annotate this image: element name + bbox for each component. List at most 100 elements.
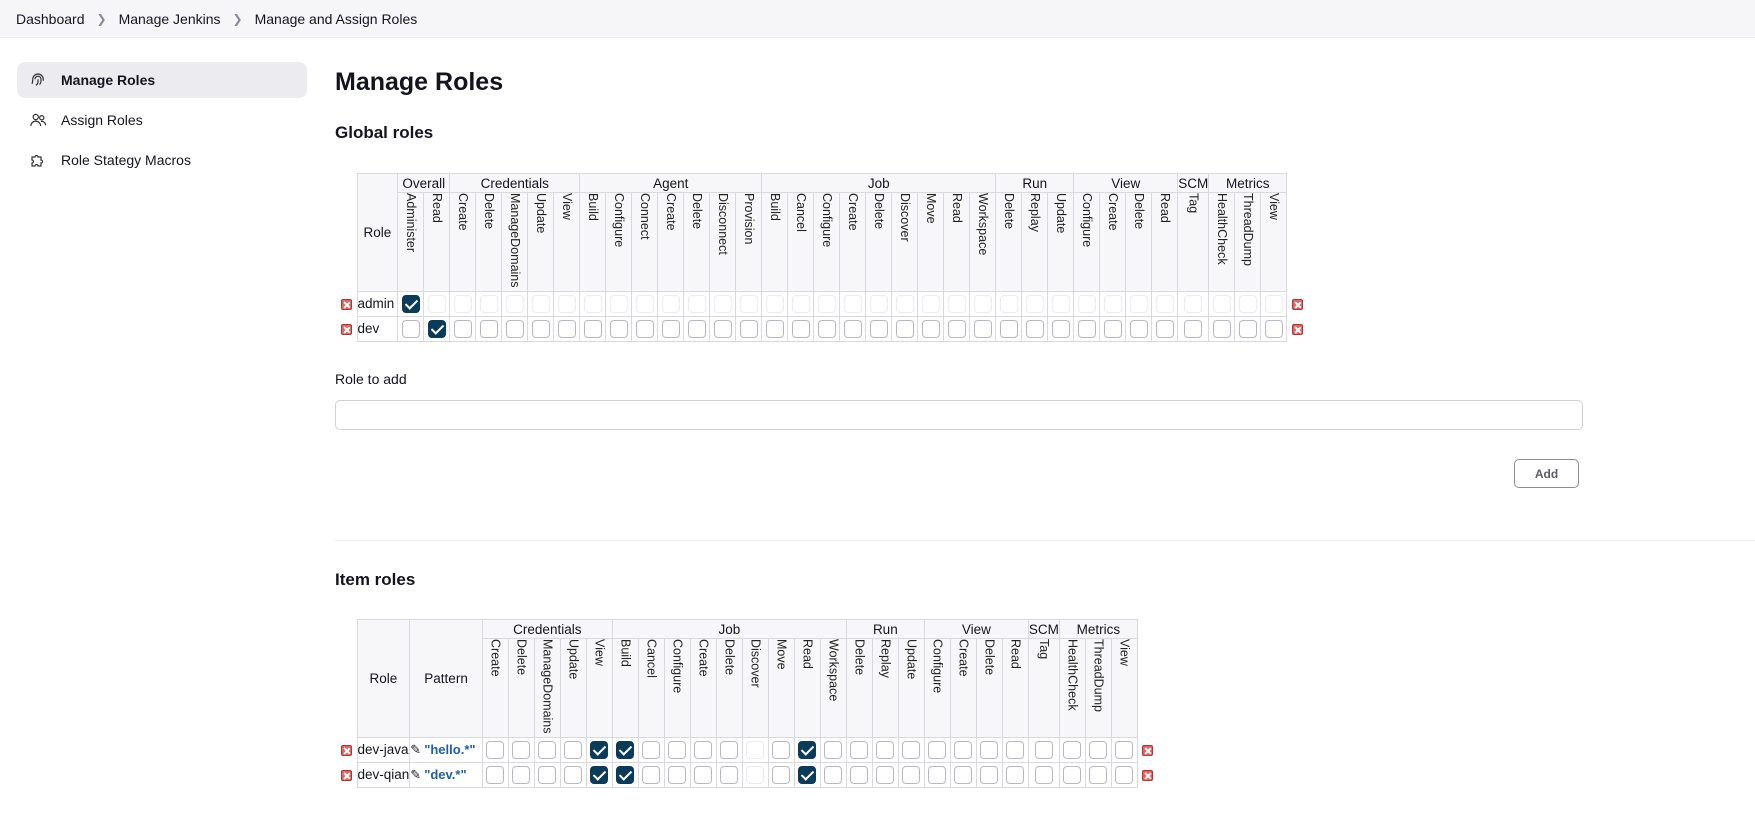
breadcrumb-dashboard[interactable]: Dashboard <box>16 11 85 27</box>
permission-checkbox[interactable] <box>765 294 784 313</box>
permission-checkbox[interactable] <box>1051 319 1070 338</box>
permission-checkbox[interactable] <box>1063 765 1082 784</box>
permission-checkbox[interactable] <box>583 319 602 338</box>
permission-checkbox[interactable] <box>739 319 758 338</box>
permission-checkbox[interactable] <box>531 319 550 338</box>
permission-checkbox[interactable] <box>609 294 628 313</box>
permission-checkbox[interactable] <box>947 294 966 313</box>
permission-checkbox[interactable] <box>850 765 869 784</box>
permission-checkbox[interactable] <box>401 319 420 338</box>
permission-checkbox[interactable] <box>798 740 817 759</box>
permission-checkbox[interactable] <box>1155 294 1174 313</box>
permission-checkbox[interactable] <box>1129 319 1148 338</box>
permission-checkbox[interactable] <box>564 740 583 759</box>
permission-checkbox[interactable] <box>687 319 706 338</box>
permission-checkbox[interactable] <box>557 294 576 313</box>
permission-checkbox[interactable] <box>713 294 732 313</box>
permission-checkbox[interactable] <box>1025 319 1044 338</box>
permission-checkbox[interactable] <box>661 294 680 313</box>
permission-checkbox[interactable] <box>1264 319 1283 338</box>
permission-checkbox[interactable] <box>1089 740 1108 759</box>
permission-checkbox[interactable] <box>869 294 888 313</box>
permission-checkbox[interactable] <box>635 319 654 338</box>
permission-checkbox[interactable] <box>1115 765 1134 784</box>
permission-checkbox[interactable] <box>427 294 446 313</box>
permission-checkbox[interactable] <box>876 740 895 759</box>
permission-checkbox[interactable] <box>1063 740 1082 759</box>
add-role-button[interactable]: Add <box>1514 459 1579 488</box>
permission-checkbox[interactable] <box>1025 294 1044 313</box>
permission-checkbox[interactable] <box>505 319 524 338</box>
delete-icon[interactable] <box>1142 769 1154 781</box>
permission-checkbox[interactable] <box>694 765 713 784</box>
permission-checkbox[interactable] <box>590 740 609 759</box>
permission-checkbox[interactable] <box>843 294 862 313</box>
permission-checkbox[interactable] <box>401 294 420 313</box>
permission-checkbox[interactable] <box>1077 319 1096 338</box>
delete-icon[interactable] <box>341 323 353 335</box>
delete-icon[interactable] <box>1142 744 1154 756</box>
edit-pencil-icon[interactable]: ✎ <box>410 742 421 758</box>
permission-checkbox[interactable] <box>746 740 765 759</box>
permission-checkbox[interactable] <box>980 765 999 784</box>
permission-checkbox[interactable] <box>668 765 687 784</box>
permission-checkbox[interactable] <box>746 765 765 784</box>
permission-checkbox[interactable] <box>798 765 817 784</box>
permission-checkbox[interactable] <box>453 294 472 313</box>
permission-checkbox[interactable] <box>824 765 843 784</box>
permission-checkbox[interactable] <box>616 765 635 784</box>
permission-checkbox[interactable] <box>1103 319 1122 338</box>
permission-checkbox[interactable] <box>902 740 921 759</box>
permission-checkbox[interactable] <box>895 294 914 313</box>
delete-icon[interactable] <box>341 298 353 310</box>
permission-checkbox[interactable] <box>1184 294 1203 313</box>
permission-checkbox[interactable] <box>479 319 498 338</box>
permission-checkbox[interactable] <box>713 319 732 338</box>
permission-checkbox[interactable] <box>928 740 947 759</box>
permission-checkbox[interactable] <box>1034 765 1053 784</box>
sidebar-item-assign-roles[interactable]: Assign Roles <box>17 102 307 138</box>
permission-checkbox[interactable] <box>479 294 498 313</box>
permission-checkbox[interactable] <box>921 294 940 313</box>
permission-checkbox[interactable] <box>427 319 446 338</box>
permission-checkbox[interactable] <box>947 319 966 338</box>
permission-checkbox[interactable] <box>954 740 973 759</box>
permission-checkbox[interactable] <box>902 765 921 784</box>
permission-checkbox[interactable] <box>635 294 654 313</box>
permission-checkbox[interactable] <box>531 294 550 313</box>
delete-icon[interactable] <box>341 744 353 756</box>
permission-checkbox[interactable] <box>999 294 1018 313</box>
permission-checkbox[interactable] <box>1051 294 1070 313</box>
permission-checkbox[interactable] <box>1238 319 1257 338</box>
permission-checkbox[interactable] <box>694 740 713 759</box>
permission-checkbox[interactable] <box>850 740 869 759</box>
permission-checkbox[interactable] <box>1034 740 1053 759</box>
permission-checkbox[interactable] <box>512 740 531 759</box>
permission-checkbox[interactable] <box>980 740 999 759</box>
permission-checkbox[interactable] <box>772 740 791 759</box>
permission-checkbox[interactable] <box>616 740 635 759</box>
permission-checkbox[interactable] <box>817 294 836 313</box>
permission-checkbox[interactable] <box>1006 765 1025 784</box>
permission-checkbox[interactable] <box>538 765 557 784</box>
permission-checkbox[interactable] <box>486 765 505 784</box>
permission-checkbox[interactable] <box>817 319 836 338</box>
permission-checkbox[interactable] <box>642 765 661 784</box>
permission-checkbox[interactable] <box>486 740 505 759</box>
permission-checkbox[interactable] <box>772 765 791 784</box>
pattern-link[interactable]: "dev.*" <box>424 767 466 782</box>
permission-checkbox[interactable] <box>876 765 895 784</box>
permission-checkbox[interactable] <box>791 294 810 313</box>
permission-checkbox[interactable] <box>765 319 784 338</box>
permission-checkbox[interactable] <box>1129 294 1148 313</box>
permission-checkbox[interactable] <box>1115 740 1134 759</box>
permission-checkbox[interactable] <box>1212 294 1231 313</box>
permission-checkbox[interactable] <box>973 294 992 313</box>
permission-checkbox[interactable] <box>791 319 810 338</box>
permission-checkbox[interactable] <box>824 740 843 759</box>
role-to-add-input[interactable] <box>335 400 1583 430</box>
permission-checkbox[interactable] <box>1077 294 1096 313</box>
delete-icon[interactable] <box>1291 323 1303 335</box>
permission-checkbox[interactable] <box>1089 765 1108 784</box>
permission-checkbox[interactable] <box>687 294 706 313</box>
